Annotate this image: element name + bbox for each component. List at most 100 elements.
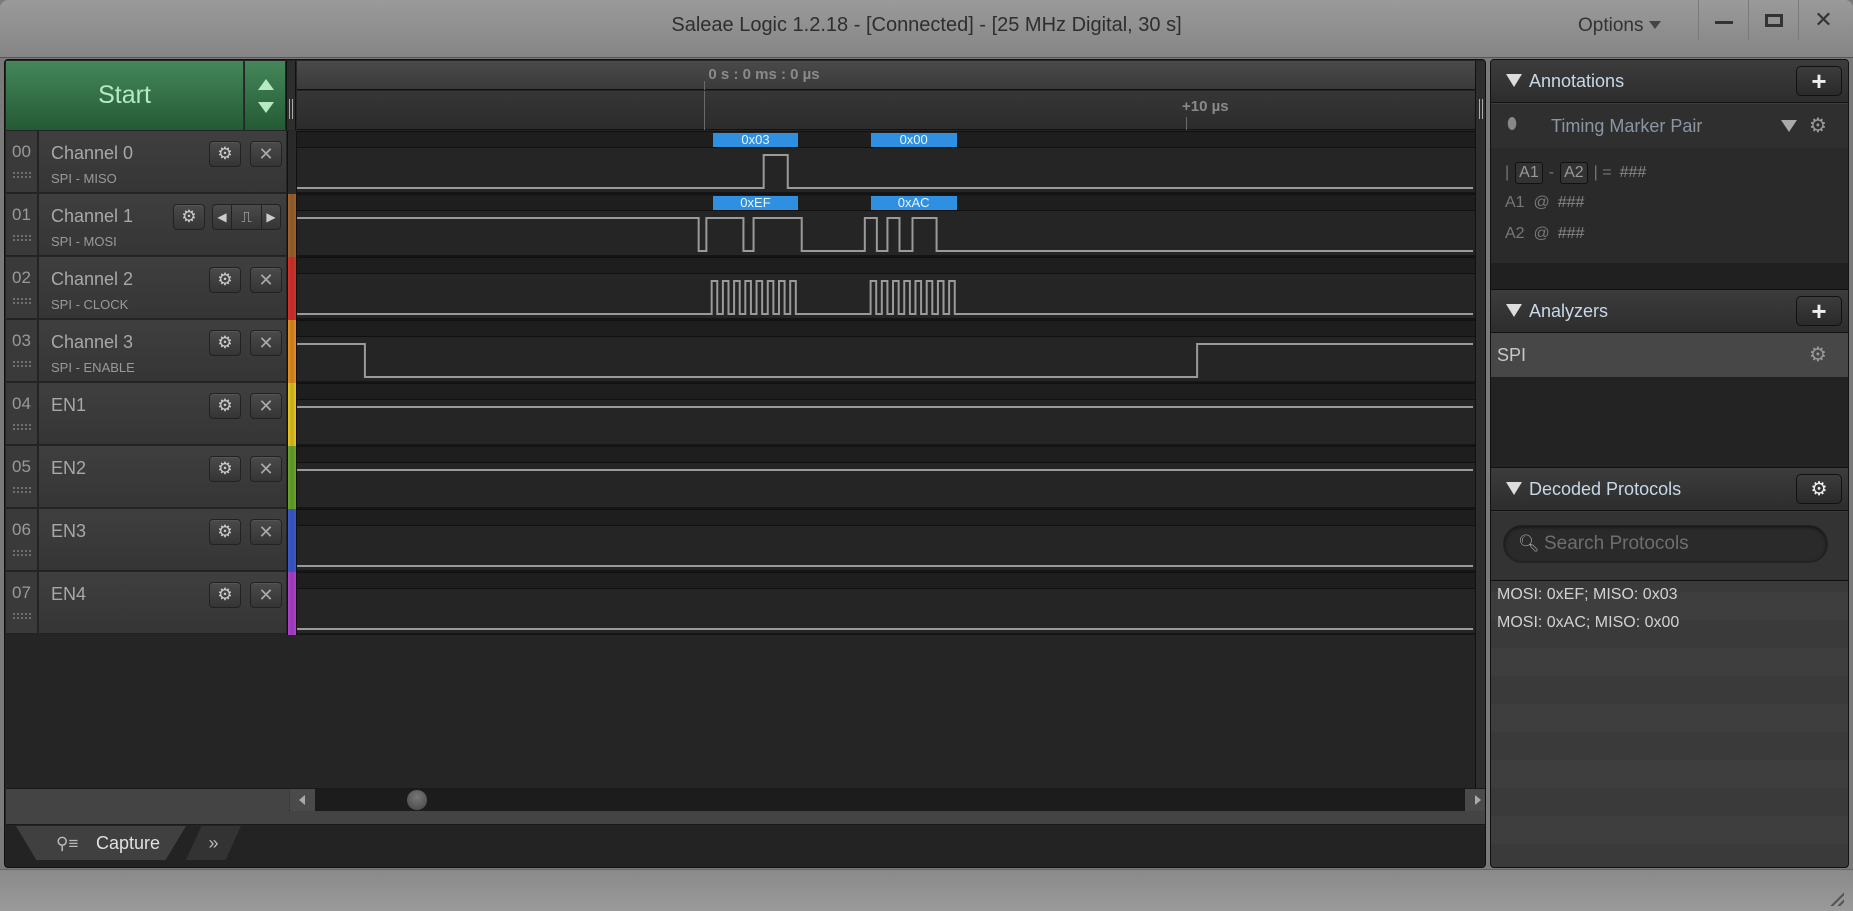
channel-label-area[interactable]: EN4 ⚙ ✕ [39,572,286,634]
channel-name[interactable]: EN1 [51,395,86,416]
decoded-protocol-row[interactable]: MOSI: 0xAC; MISO: 0x00 [1491,609,1848,637]
channel-name[interactable]: EN3 [51,521,86,542]
channel-remove-button[interactable]: ✕ [250,582,282,608]
scroll-track[interactable] [315,789,1465,811]
a1-marker-button[interactable]: A1 [1515,162,1543,184]
add-annotation-button[interactable]: + [1796,66,1842,96]
drag-grip-icon[interactable] [12,549,32,557]
right-splitter[interactable] [1475,61,1485,801]
channel-name[interactable]: EN4 [51,584,86,605]
channel-name[interactable]: EN2 [51,458,86,479]
channel-name[interactable]: Channel 2 [51,269,133,290]
channel-label-area[interactable]: Channel 0 SPI - MISO ⚙ ✕ [39,131,286,193]
tab-capture[interactable]: ⚲≡ Capture [16,826,186,860]
channel-color-strip [287,257,297,320]
waveform-svg [297,628,1473,630]
search-protocols-input[interactable] [1544,526,1814,562]
channel-number[interactable]: 04 [6,383,38,445]
drag-grip-icon[interactable] [12,360,32,368]
signal-trace [297,154,1473,189]
channel-name[interactable]: Channel 0 [51,143,133,164]
channel-waveform[interactable]: 0xEF 0xAC [297,194,1475,257]
close-button[interactable]: ✕ [1798,0,1848,40]
scroll-right-button[interactable] [1465,789,1485,811]
add-analyzer-button[interactable]: + [1796,296,1842,326]
timeline-ruler[interactable]: +10 µs [297,91,1475,130]
analyzers-title: Analyzers [1529,301,1609,321]
channel-waveform[interactable] [297,320,1475,383]
drag-grip-icon[interactable] [12,486,32,494]
drag-grip-icon[interactable] [12,234,32,242]
channel-waveform[interactable] [297,446,1475,509]
decoded-settings-button[interactable]: ⚙ [1796,474,1842,504]
channel-settings-button[interactable]: ⚙ [209,582,241,608]
channel-waveform[interactable] [297,509,1475,572]
channel-settings-button[interactable]: ⚙ [173,204,205,230]
marker-name: Timing Marker Pair [1551,116,1703,136]
options-menu[interactable]: Options [1578,15,1662,37]
grip-icon [1479,99,1483,119]
channel-waveform[interactable]: 0x03 0x00 [297,131,1475,194]
channel-remove-button[interactable]: ✕ [250,267,282,293]
channel-remove-button[interactable]: ✕ [250,519,282,545]
channel-remove-button[interactable]: ✕ [250,393,282,419]
start-options-button[interactable] [245,61,285,130]
timing-marker-pair[interactable]: ⬮ Timing Marker Pair ⚙ [1491,104,1848,148]
channel-number[interactable]: 02 [6,257,38,319]
horizontal-scrollbar[interactable] [6,788,1485,811]
decoded-protocols-header[interactable]: Decoded Protocols ⚙ [1491,467,1848,511]
channel-remove-button[interactable]: ✕ [250,141,282,167]
channel-number[interactable]: 05 [6,446,38,508]
scroll-thumb[interactable] [407,790,427,810]
channel-label-area[interactable]: Channel 1 SPI - MOSI ⚙ ◀ ⎍ ▶ [39,194,286,256]
maximize-button[interactable] [1748,0,1798,40]
channel-label-area[interactable]: Channel 3 SPI - ENABLE ⚙ ✕ [39,320,286,382]
tab-more-button[interactable]: » [186,826,241,860]
a2-marker-button[interactable]: A2 [1560,162,1588,184]
channel-name[interactable]: Channel 1 [51,206,133,227]
decoded-protocol-row[interactable]: MOSI: 0xEF; MISO: 0x03 [1491,581,1848,609]
caret-down-icon [1649,21,1662,29]
channel-settings-button[interactable]: ⚙ [209,267,241,293]
gear-icon[interactable]: ⚙ [1809,342,1827,367]
channel-label-area[interactable]: EN1 ⚙ ✕ [39,383,286,445]
dropdown-triangle-icon[interactable] [1781,120,1797,132]
channel-label-area[interactable]: EN2 ⚙ ✕ [39,446,286,508]
channel-settings-button[interactable]: ⚙ [209,456,241,482]
channel-number[interactable]: 07 [6,572,38,634]
drag-grip-icon[interactable] [12,612,32,620]
channel-number[interactable]: 06 [6,509,38,571]
channel-waveform[interactable] [297,572,1475,635]
channel-label-area[interactable]: EN3 ⚙ ✕ [39,509,286,571]
channel-label-area[interactable]: Channel 2 SPI - CLOCK ⚙ ✕ [39,257,286,319]
trigger-prev-button[interactable]: ◀ [213,205,231,229]
channel-number[interactable]: 00 [6,131,38,193]
channel-settings-button[interactable]: ⚙ [209,330,241,356]
analyzer-item-spi[interactable]: SPI ⚙ [1491,333,1848,377]
scroll-left-button[interactable] [290,789,315,811]
channel-waveform[interactable] [297,257,1475,320]
channel-settings-button[interactable]: ⚙ [209,141,241,167]
left-splitter[interactable] [286,61,296,130]
timeline-origin-bar[interactable]: 0 s : 0 ms : 0 µs [297,61,1475,90]
start-button[interactable]: Start [6,61,244,130]
minimize-button[interactable] [1698,0,1748,40]
drag-grip-icon[interactable] [12,297,32,305]
annotations-header[interactable]: Annotations + [1491,60,1848,103]
trigger-selector[interactable]: ◀ ⎍ ▶ [212,204,281,230]
channel-settings-button[interactable]: ⚙ [209,393,241,419]
channel-remove-button[interactable]: ✕ [250,456,282,482]
channel-settings-button[interactable]: ⚙ [209,519,241,545]
drag-grip-icon[interactable] [12,171,32,179]
gear-icon[interactable]: ⚙ [1809,113,1827,138]
close-icon: ✕ [258,584,274,605]
channel-waveform[interactable] [297,383,1475,446]
analyzers-header[interactable]: Analyzers + [1491,289,1848,333]
channel-remove-button[interactable]: ✕ [250,330,282,356]
trigger-next-button[interactable]: ▶ [262,205,280,229]
drag-grip-icon[interactable] [12,423,32,431]
channel-number[interactable]: 01 [6,194,38,256]
channel-number[interactable]: 03 [6,320,38,382]
channel-name[interactable]: Channel 3 [51,332,133,353]
falling-edge-trigger-icon[interactable]: ⎍ [231,205,262,229]
